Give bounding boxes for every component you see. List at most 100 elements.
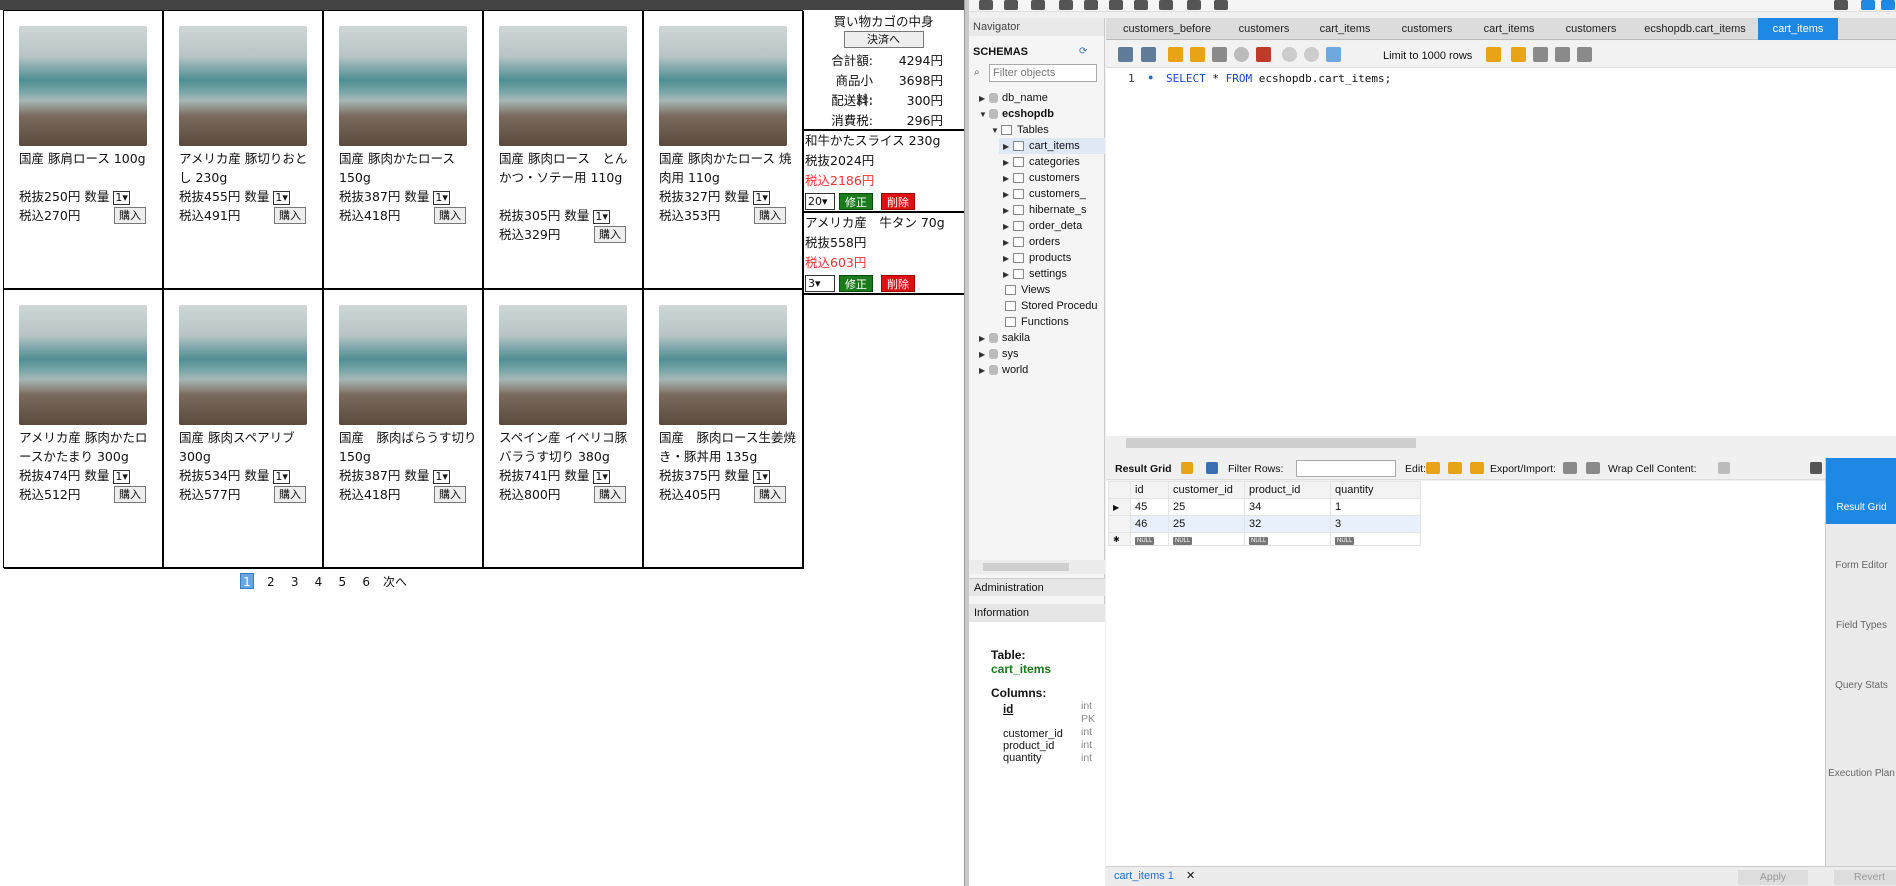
create-table-icon[interactable]	[1084, 0, 1098, 10]
qty-select[interactable]: 1▾	[113, 190, 130, 205]
buy-button[interactable]: 購入	[434, 486, 466, 503]
wrap-cell-icon[interactable]	[1718, 462, 1730, 474]
expand-arrow-icon[interactable]: ▶	[979, 331, 989, 347]
search-table-data-icon[interactable]	[1187, 0, 1201, 10]
limit-rows-select[interactable]: Limit to 1000 rows ▾	[1383, 49, 1493, 62]
tree-table-settings[interactable]: ▶ settings	[1003, 266, 1067, 282]
filter-rows-input[interactable]	[1296, 460, 1396, 477]
qty-select[interactable]: 1▾	[753, 469, 770, 484]
column-header[interactable]: quantity	[1330, 481, 1421, 499]
tree-schema-ecshopdb[interactable]: ▼ ecshopdb	[979, 106, 1054, 122]
page-link-2[interactable]: 2	[264, 574, 278, 590]
explain-icon[interactable]	[1212, 47, 1227, 62]
edit-row-icon[interactable]	[1426, 462, 1440, 474]
side-result-grid-button[interactable]: Result Grid	[1826, 458, 1896, 524]
autocommit-icon[interactable]	[1326, 47, 1341, 62]
refresh-icon[interactable]: ⟳	[1079, 46, 1087, 57]
beautify-icon[interactable]	[1511, 47, 1526, 62]
find-icon[interactable]	[1533, 47, 1548, 62]
grid-icon[interactable]	[1181, 462, 1193, 474]
layout-toggle-icon[interactable]	[1881, 0, 1895, 10]
qty-select[interactable]: 1▾	[753, 190, 770, 205]
qty-select[interactable]: 1▾	[273, 469, 290, 484]
administration-tab[interactable]: Administration	[969, 578, 1105, 596]
qty-select[interactable]: 1▾	[273, 190, 290, 205]
update-button[interactable]: 修正	[839, 193, 873, 210]
expand-arrow-icon[interactable]: ▶	[1003, 171, 1013, 187]
next-page-link[interactable]: 次へ	[383, 574, 407, 590]
commit-icon[interactable]	[1282, 47, 1297, 62]
tab-customers[interactable]: customers	[1224, 18, 1304, 40]
collapse-arrow-icon[interactable]: ▼	[991, 123, 1001, 139]
create-function-icon[interactable]	[1159, 0, 1173, 10]
close-icon[interactable]: ✕	[1186, 869, 1195, 882]
tab-customers-before[interactable]: customers_before	[1111, 18, 1223, 40]
create-view-icon[interactable]	[1109, 0, 1123, 10]
cart-qty-select[interactable]: 20▾	[805, 193, 835, 210]
tree-table-order-details[interactable]: ▶ order_deta	[1003, 218, 1082, 234]
buy-button[interactable]: 購入	[274, 207, 306, 224]
expand-arrow-icon[interactable]: ▶	[1003, 155, 1013, 171]
expand-arrow-icon[interactable]: ▶	[1003, 219, 1013, 235]
side-query-stats-button[interactable]: Query Stats	[1826, 680, 1896, 691]
tree-table-orders[interactable]: ▶ orders	[1003, 234, 1060, 250]
side-execution-plan-button[interactable]: Execution Plan	[1826, 768, 1896, 779]
tree-table-cart-items[interactable]: ▶ cart_items	[999, 138, 1105, 154]
tree-table-customers[interactable]: ▶ customers	[1003, 170, 1080, 186]
expand-arrow-icon[interactable]: ▶	[1003, 267, 1013, 283]
wrap-lines-icon[interactable]	[1577, 47, 1592, 62]
tree-table-categories[interactable]: ▶ categories	[1003, 154, 1080, 170]
page-link-3[interactable]: 3	[288, 574, 302, 590]
buy-button[interactable]: 購入	[274, 486, 306, 503]
cart-qty-select[interactable]: 3▾	[805, 275, 835, 292]
tree-table-customers-before[interactable]: ▶ customers_	[1003, 186, 1086, 202]
column-header[interactable]: id	[1130, 481, 1169, 499]
result-tab[interactable]: cart_items 1	[1114, 870, 1174, 882]
tree-tables-folder[interactable]: ▼ Tables	[991, 122, 1049, 138]
result-grid-label[interactable]: Result Grid	[1115, 463, 1172, 475]
toggle-continue-icon[interactable]	[1256, 47, 1271, 62]
buy-button[interactable]: 購入	[114, 486, 146, 503]
invisible-chars-icon[interactable]	[1555, 47, 1570, 62]
tree-schema-sakila[interactable]: ▶ sakila	[979, 330, 1030, 346]
tab-customers[interactable]: customers	[1386, 18, 1468, 40]
new-sql-tab-icon[interactable]	[979, 0, 993, 10]
buy-button[interactable]: 購入	[754, 486, 786, 503]
reconnect-icon[interactable]	[1214, 0, 1228, 10]
page-link-6[interactable]: 6	[359, 574, 373, 590]
qty-select[interactable]: 1▾	[593, 469, 610, 484]
execute-icon[interactable]	[1168, 47, 1183, 62]
buy-button[interactable]: 購入	[594, 486, 626, 503]
delete-row-icon[interactable]	[1470, 462, 1484, 474]
import-icon[interactable]	[1586, 462, 1600, 474]
qty-select[interactable]: 1▾	[113, 469, 130, 484]
execute-statement-icon[interactable]	[1190, 47, 1205, 62]
tab-ecshopdb-cart-items[interactable]: ecshopdb.cart_items	[1633, 18, 1757, 40]
create-procedure-icon[interactable]	[1134, 0, 1148, 10]
toggle-panel-icon[interactable]	[1810, 462, 1822, 474]
expand-arrow-icon[interactable]: ▶	[979, 91, 989, 107]
apply-button[interactable]: Apply	[1738, 870, 1808, 885]
save-icon[interactable]	[1141, 47, 1156, 62]
page-link-5[interactable]: 5	[335, 574, 349, 590]
tree-schema-sys[interactable]: ▶ sys	[979, 346, 1019, 362]
expand-arrow-icon[interactable]: ▶	[1003, 251, 1013, 267]
expand-arrow-icon[interactable]: ▶	[1003, 203, 1013, 219]
buy-button[interactable]: 購入	[754, 207, 786, 224]
checkout-button[interactable]: 決済へ	[843, 31, 924, 48]
sql-editor[interactable]: 1 ● SELECT * FROM ecshopdb.cart_items;	[1106, 68, 1896, 440]
column-header[interactable]: customer_id	[1168, 481, 1245, 499]
inspector-icon[interactable]	[1031, 0, 1045, 10]
export-icon[interactable]	[1563, 462, 1577, 474]
expand-arrow-icon[interactable]: ▶	[979, 363, 989, 379]
tree-schema-world[interactable]: ▶ world	[979, 362, 1028, 378]
qty-select[interactable]: 1▾	[433, 469, 450, 484]
buy-button[interactable]: 購入	[434, 207, 466, 224]
rollback-icon[interactable]	[1304, 47, 1319, 62]
tab-cart-items[interactable]: cart_items	[1469, 18, 1549, 40]
filter-objects-input[interactable]: Filter objects	[989, 64, 1097, 82]
tab-cart-items[interactable]: cart_items	[1305, 18, 1385, 40]
collapse-arrow-icon[interactable]: ▼	[979, 107, 989, 123]
tree-views-folder[interactable]: Views	[1005, 282, 1050, 298]
tree-functions-folder[interactable]: Functions	[1005, 314, 1069, 330]
